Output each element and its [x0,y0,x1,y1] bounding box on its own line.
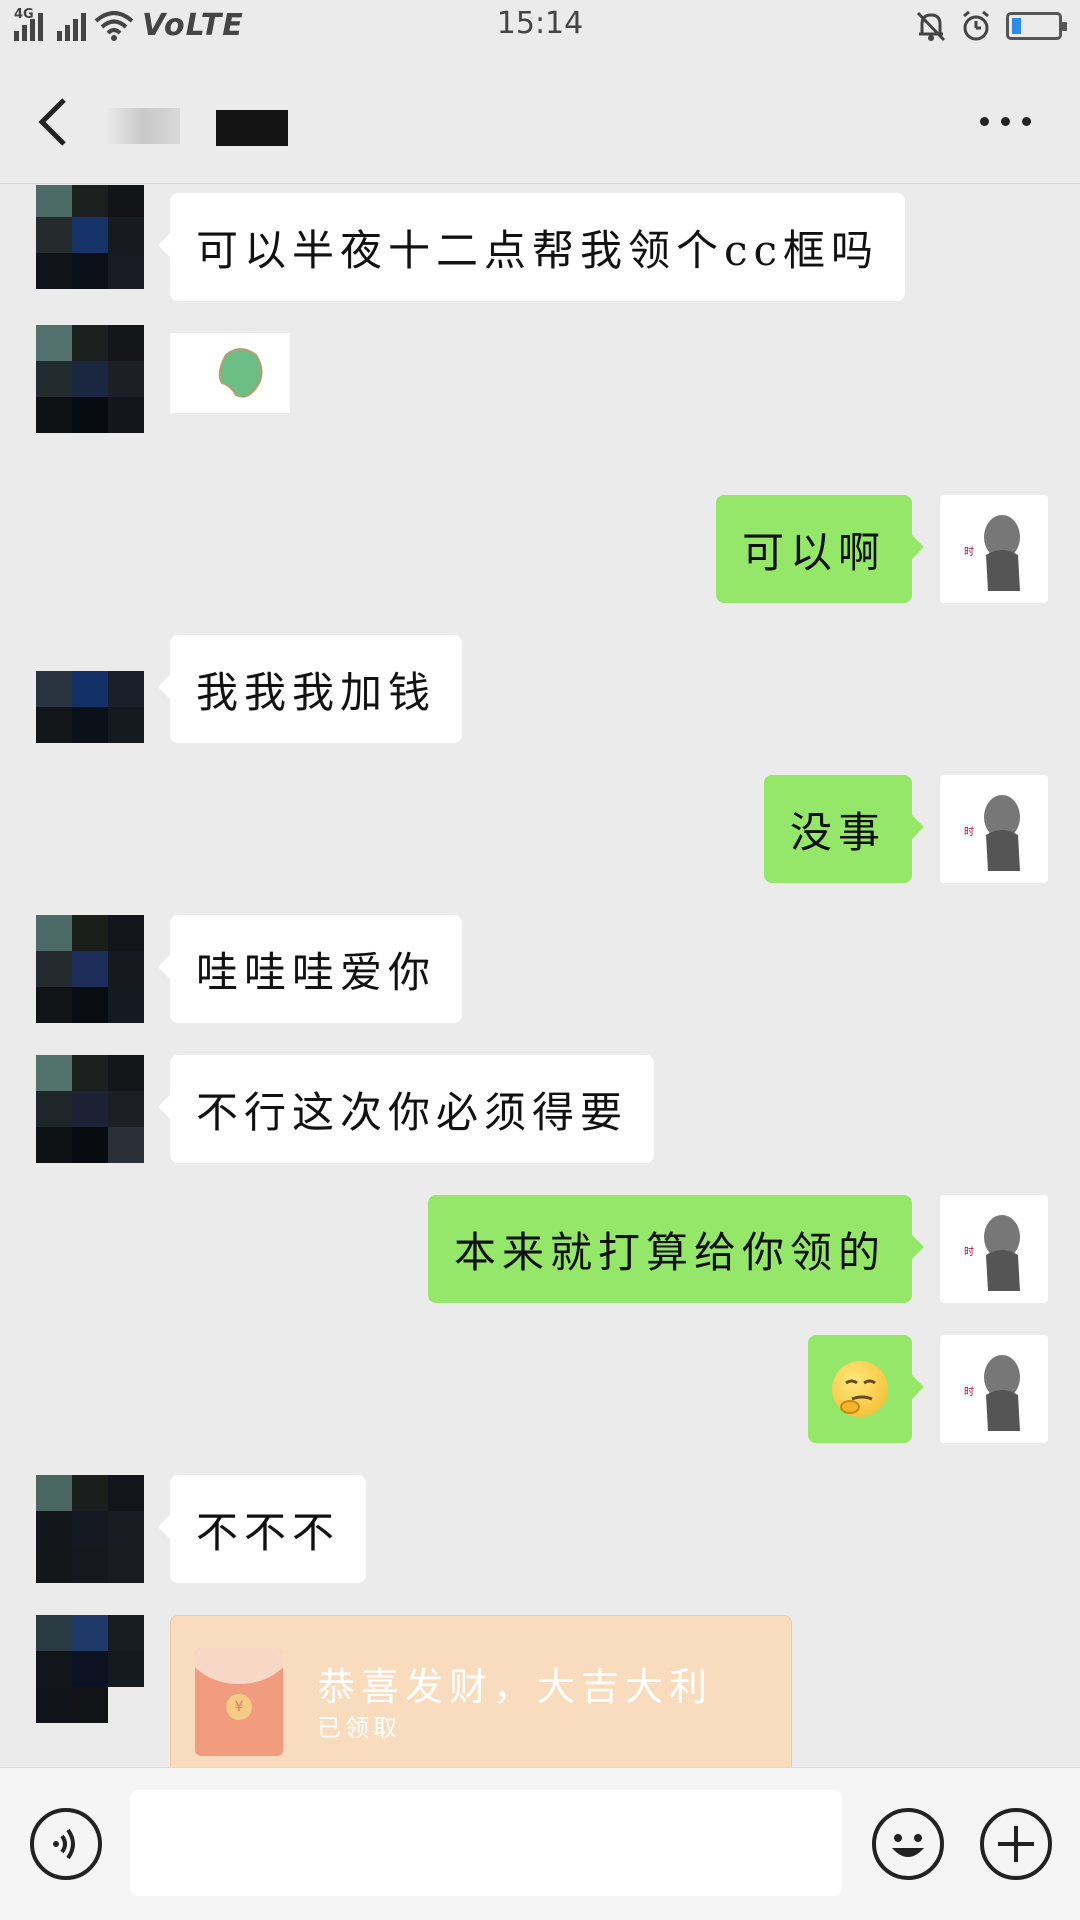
avatar[interactable] [36,1475,144,1583]
battery-icon [1006,12,1067,40]
message-bubble[interactable]: 没事 [763,775,925,883]
message-bubble[interactable]: 可以啊 [715,495,925,603]
smirking-face-emoji [832,1361,888,1417]
message-bubble[interactable]: 不不不 [157,1475,367,1583]
chat-header [0,56,1080,184]
voice-icon[interactable] [30,1808,102,1880]
red-packet-icon: ¥ [195,1648,283,1756]
message-bubble[interactable]: 本来就打算给你领的 [427,1195,925,1303]
input-bar [0,1767,1080,1920]
my-avatar[interactable]: 时 [940,1195,1048,1303]
avatar[interactable] [36,635,144,743]
plus-icon[interactable] [980,1808,1052,1880]
message-input[interactable] [130,1790,842,1896]
mute-bell-icon [916,11,946,42]
alarm-icon [963,10,989,41]
message-bubble[interactable]: 哇哇哇爱你 [157,915,463,1023]
svg-text:时: 时 [964,826,974,838]
message-bubble[interactable]: 不行这次你必须得要 [157,1055,655,1163]
svg-text:时: 时 [964,1386,974,1398]
chat-message-list[interactable]: 可以半夜十二点帮我领个cc框吗 可以啊 时 我我我加钱 没事 时 哇哇哇爱你 不… [0,185,1080,1767]
contact-name-redacted-2 [216,110,288,146]
avatar[interactable] [36,1615,144,1723]
sticker-image[interactable] [170,333,290,413]
contact-name-redacted [108,108,180,144]
my-avatar[interactable]: 时 [940,495,1048,603]
emoji-icon[interactable] [872,1808,944,1880]
avatar[interactable] [36,1055,144,1163]
svg-text:时: 时 [964,1246,974,1258]
message-bubble[interactable] [808,1335,924,1443]
status-bar: 4G VoLTE 15:14 [0,0,1080,56]
message-bubble[interactable]: 可以半夜十二点帮我领个cc框吗 [157,193,906,301]
avatar[interactable] [36,325,144,433]
red-packet-card[interactable]: ¥ 恭喜发财，大吉大利 已领取 [170,1615,792,1767]
my-avatar[interactable]: 时 [940,1335,1048,1443]
red-packet-status: 已领取 [317,1714,401,1742]
svg-text:时: 时 [964,546,974,558]
message-bubble[interactable]: 我我我加钱 [157,635,463,743]
avatar[interactable] [36,915,144,1023]
red-packet-title: 恭喜发财，大吉大利 [317,1665,714,1709]
avatar[interactable] [36,185,144,289]
chevron-left-icon[interactable] [30,92,80,152]
more-dots-icon[interactable] [980,106,1040,136]
my-avatar[interactable]: 时 [940,775,1048,883]
